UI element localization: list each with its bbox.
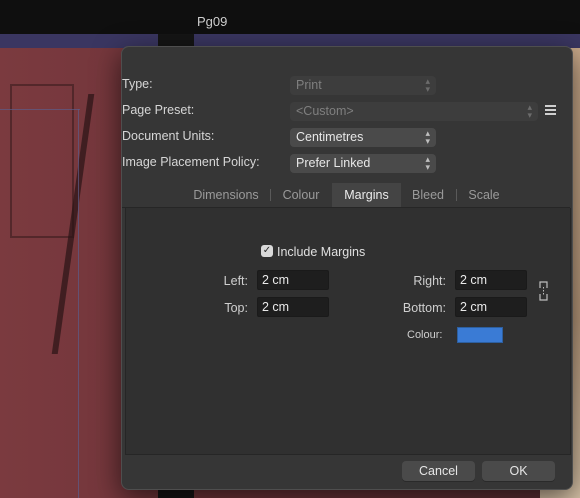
- cancel-button[interactable]: Cancel: [402, 461, 475, 481]
- canvas-artwork: [0, 94, 95, 354]
- right-margin-field[interactable]: [455, 270, 527, 290]
- tab-bleed[interactable]: Bleed: [405, 183, 451, 207]
- page-preset-select[interactable]: <Custom> ▴ ▾: [290, 102, 538, 121]
- page-preset-label: Page Preset:: [122, 103, 195, 117]
- type-label: Type:: [122, 77, 153, 91]
- canvas-guide: [0, 109, 80, 110]
- margins-panel: ✓ Include Margins Left: Top: Right: Bott…: [125, 208, 571, 455]
- right-margin-label: Right:: [413, 274, 446, 288]
- margin-colour-label: Colour:: [407, 329, 443, 341]
- menu-icon[interactable]: [545, 105, 556, 115]
- document-units-value: Centimetres: [296, 130, 364, 144]
- tab-divider: [270, 189, 271, 201]
- top-margin-field[interactable]: [257, 297, 329, 317]
- app-title-bar: Pg09: [0, 0, 580, 34]
- include-margins-label: Include Margins: [277, 245, 366, 259]
- type-select[interactable]: Print ▴ ▾: [290, 76, 436, 95]
- chevron-up-down-icon: ▴ ▾: [527, 102, 532, 120]
- page-preset-row: Page Preset:: [122, 103, 284, 123]
- tab-scale[interactable]: Scale: [460, 183, 508, 207]
- bottom-margin-field[interactable]: [455, 297, 527, 317]
- document-units-row: Document Units:: [122, 129, 284, 149]
- left-margin-field[interactable]: [257, 270, 329, 290]
- tab-margins[interactable]: Margins: [332, 183, 401, 207]
- chevron-up-down-icon: ▴ ▾: [425, 128, 430, 146]
- include-margins-checkbox[interactable]: ✓: [261, 245, 273, 257]
- document-title: Pg09: [197, 14, 228, 29]
- tab-bar: Dimensions Colour Margins Bleed Scale: [122, 183, 570, 208]
- bottom-margin-label: Bottom:: [402, 301, 446, 315]
- image-placement-label: Image Placement Policy:: [122, 155, 260, 169]
- document-units-label: Document Units:: [122, 129, 215, 143]
- image-placement-row: Image Placement Policy:: [122, 155, 284, 175]
- tab-divider: [456, 189, 457, 201]
- image-placement-select[interactable]: Prefer Linked ▴ ▾: [290, 154, 436, 173]
- top-margin-label: Top:: [224, 301, 248, 315]
- left-margin-label: Left:: [223, 274, 248, 288]
- margin-colour-swatch[interactable]: [457, 327, 503, 343]
- chevron-up-down-icon: ▴ ▾: [425, 76, 430, 94]
- chevron-up-down-icon: ▴ ▾: [425, 154, 430, 172]
- tab-dimensions[interactable]: Dimensions: [186, 183, 266, 207]
- type-row: Type:: [122, 77, 284, 97]
- canvas-guide: [78, 109, 79, 498]
- link-margins-icon[interactable]: [539, 280, 548, 302]
- tab-colour[interactable]: Colour: [274, 183, 328, 207]
- image-placement-value: Prefer Linked: [296, 156, 371, 170]
- ok-button[interactable]: OK: [482, 461, 555, 481]
- document-setup-dialog: Type: Print ▴ ▾ Page Preset: <Custom> ▴ ▾ …: [121, 46, 573, 490]
- page-preset-value: <Custom>: [296, 104, 354, 118]
- type-value: Print: [296, 78, 322, 92]
- document-units-select[interactable]: Centimetres ▴ ▾: [290, 128, 436, 147]
